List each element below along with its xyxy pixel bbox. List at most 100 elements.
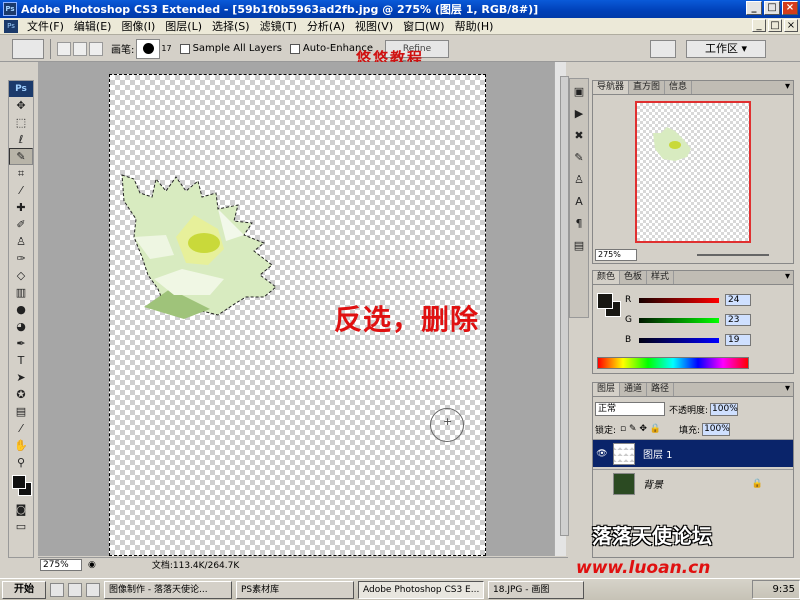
vertical-scrollbar[interactable]: [554, 62, 569, 556]
tab-channels[interactable]: 通道: [620, 383, 648, 396]
add-to-selection-icon[interactable]: [73, 41, 87, 56]
screen-mode-icon[interactable]: ▭: [9, 518, 33, 535]
foreground-color-swatch[interactable]: [12, 475, 26, 489]
green-value-field[interactable]: 23: [725, 314, 751, 326]
type-tool-icon[interactable]: T: [9, 352, 33, 369]
history-panel-icon[interactable]: ▣: [570, 83, 588, 101]
green-slider[interactable]: [639, 317, 719, 323]
marquee-tool-icon[interactable]: ⬚: [9, 114, 33, 131]
taskbar-item-active[interactable]: Adobe Photoshop CS3 E...: [358, 580, 484, 599]
close-button[interactable]: ×: [782, 1, 798, 15]
clone-stamp-tool-icon[interactable]: ♙: [9, 233, 33, 250]
minimize-button[interactable]: _: [746, 1, 762, 15]
layer-row-background[interactable]: 背景 🔒: [593, 469, 793, 497]
panel-foreground-swatch[interactable]: [597, 293, 613, 309]
clone-source-icon[interactable]: ♙: [570, 171, 588, 189]
quicklaunch-media-icon[interactable]: [86, 582, 100, 597]
color-panel-menu-icon[interactable]: ▾: [785, 271, 790, 282]
layer-row[interactable]: 👁 图层 1: [593, 439, 793, 467]
eraser-tool-icon[interactable]: ◇: [9, 267, 33, 284]
paragraph-panel-icon[interactable]: ¶: [570, 215, 588, 233]
sample-all-layers-checkbox[interactable]: [179, 43, 190, 54]
red-slider[interactable]: [639, 297, 719, 303]
maximize-button[interactable]: □: [764, 1, 780, 15]
taskbar-item[interactable]: PS素材库: [236, 580, 354, 599]
navigator-preview[interactable]: [635, 101, 751, 243]
blue-slider[interactable]: [639, 337, 719, 343]
subtract-from-selection-icon[interactable]: [89, 41, 103, 56]
opacity-field[interactable]: 100%: [710, 402, 739, 416]
blend-mode-select[interactable]: 正常: [595, 402, 665, 416]
actions-panel-icon[interactable]: ▶: [570, 105, 588, 123]
quicklaunch-desktop-icon[interactable]: [50, 582, 64, 597]
doc-close-button[interactable]: ×: [784, 19, 798, 32]
move-tool-icon[interactable]: ✥: [9, 97, 33, 114]
dodge-tool-icon[interactable]: ◕: [9, 318, 33, 335]
brush-panel-button[interactable]: [650, 40, 676, 58]
tab-navigator[interactable]: 导航器: [593, 81, 630, 94]
tab-styles[interactable]: 样式: [647, 271, 675, 284]
brush-picker[interactable]: [136, 38, 161, 59]
brush-tool-icon[interactable]: ✐: [9, 216, 33, 233]
character-panel-icon[interactable]: A: [570, 193, 588, 211]
red-value-field[interactable]: 24: [725, 294, 751, 306]
color-spectrum-bar[interactable]: [597, 357, 749, 369]
gradient-tool-icon[interactable]: ▥: [9, 284, 33, 301]
tab-swatches[interactable]: 色板: [620, 271, 648, 284]
blue-value-field[interactable]: 19: [725, 334, 751, 346]
eyedropper2-tool-icon[interactable]: ⁄: [9, 420, 33, 437]
status-menu-icon[interactable]: ◉: [88, 560, 96, 570]
navigator-zoom-slider[interactable]: [697, 254, 769, 256]
menu-select[interactable]: 选择(S): [207, 18, 255, 34]
history-brush-tool-icon[interactable]: ✑: [9, 250, 33, 267]
hand-tool-icon[interactable]: ✋: [9, 437, 33, 454]
eyedropper-tool-icon[interactable]: ⁄: [9, 182, 33, 199]
brushes-panel-icon[interactable]: ✎: [570, 149, 588, 167]
tool-preset-picker[interactable]: [12, 38, 44, 59]
menu-file[interactable]: 文件(F): [22, 18, 69, 34]
scrollbar-thumb[interactable]: [560, 76, 569, 536]
menu-layer[interactable]: 图层(L): [160, 18, 207, 34]
menu-help[interactable]: 帮助(H): [450, 18, 499, 34]
quick-selection-tool-icon[interactable]: ✎: [9, 148, 33, 165]
lock-icons[interactable]: ▫ ✎ ✥ 🔒: [620, 424, 661, 434]
fill-field[interactable]: 100%: [702, 422, 731, 436]
taskbar-item[interactable]: 18.JPG - 画图: [488, 580, 584, 599]
doc-restore-button[interactable]: □: [768, 19, 782, 32]
layer-comps-icon[interactable]: ▤: [570, 237, 588, 255]
menu-filter[interactable]: 滤镜(T): [255, 18, 302, 34]
quick-mask-icon[interactable]: ◙: [9, 501, 33, 518]
tab-histogram[interactable]: 直方图: [629, 81, 666, 94]
new-selection-icon[interactable]: [57, 41, 71, 56]
tab-layers[interactable]: 图层: [593, 383, 621, 396]
menu-image[interactable]: 图像(I): [116, 18, 160, 34]
panel-menu-icon[interactable]: ▾: [785, 81, 790, 92]
tool-presets-icon[interactable]: ✖: [570, 127, 588, 145]
healing-brush-tool-icon[interactable]: ✚: [9, 199, 33, 216]
doc-minimize-button[interactable]: _: [752, 19, 766, 32]
shape-tool-icon[interactable]: ✪: [9, 386, 33, 403]
zoom-tool-icon[interactable]: ⚲: [9, 454, 33, 471]
menu-edit[interactable]: 编辑(E): [69, 18, 117, 34]
notes-tool-icon[interactable]: ▤: [9, 403, 33, 420]
menu-analysis[interactable]: 分析(A): [302, 18, 350, 34]
tab-paths[interactable]: 路径: [647, 383, 675, 396]
workspace-button[interactable]: 工作区 ▾: [686, 40, 766, 58]
menu-window[interactable]: 窗口(W): [398, 18, 449, 34]
zoom-field[interactable]: 275%: [40, 558, 82, 571]
taskbar-item[interactable]: 图像制作 - 落落天使论...: [104, 580, 232, 599]
auto-enhance-checkbox[interactable]: [289, 43, 300, 54]
path-selection-tool-icon[interactable]: ➤: [9, 369, 33, 386]
tab-info[interactable]: 信息: [665, 81, 693, 94]
navigator-zoom-field[interactable]: 275%: [595, 249, 637, 261]
visibility-eye-icon[interactable]: 👁: [595, 449, 609, 459]
blur-tool-icon[interactable]: ●: [9, 301, 33, 318]
color-swatches[interactable]: [9, 471, 33, 501]
layers-panel-menu-icon[interactable]: ▾: [785, 383, 790, 394]
crop-tool-icon[interactable]: ⌗: [9, 165, 33, 182]
lasso-tool-icon[interactable]: ℓ: [9, 131, 33, 148]
quicklaunch-browser-icon[interactable]: [68, 582, 82, 597]
menu-view[interactable]: 视图(V): [350, 18, 398, 34]
start-button[interactable]: 开始: [2, 580, 46, 599]
pen-tool-icon[interactable]: ✒: [9, 335, 33, 352]
